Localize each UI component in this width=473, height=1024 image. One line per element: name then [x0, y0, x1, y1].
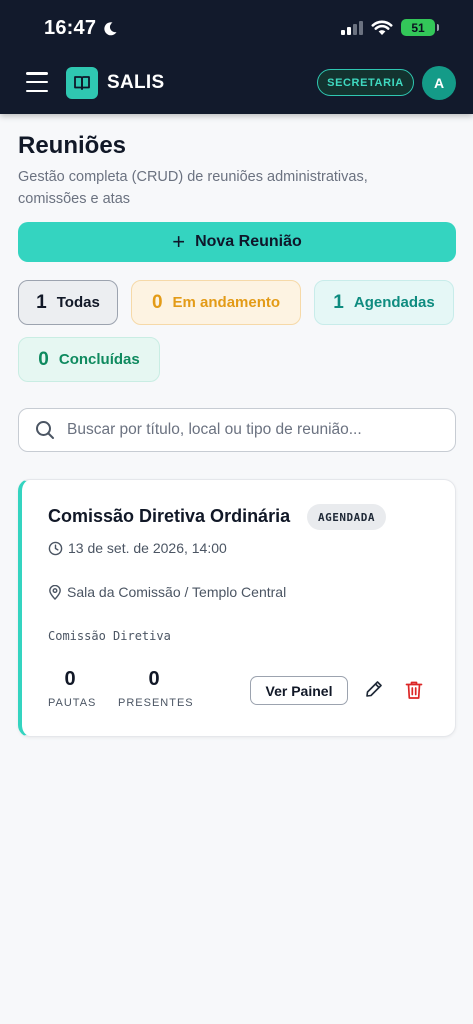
view-panel-button[interactable]: Ver Painel — [250, 676, 348, 705]
filter-count: 0 — [38, 348, 49, 370]
search-icon — [36, 421, 54, 439]
new-meeting-label: Nova Reunião — [195, 233, 302, 250]
filter-in-progress[interactable]: 0 Em andamento — [131, 280, 301, 325]
meeting-location: Sala da Comissão / Templo Central — [48, 584, 286, 600]
avatar[interactable]: A — [422, 66, 456, 100]
clock-text: 16:47 — [44, 17, 97, 39]
presentes-count: 0 — [148, 668, 160, 690]
top-bar: 16:47 51 SALIS SECRETARIA A — [0, 0, 473, 114]
pautas-stat: 0 PAUTAS — [48, 668, 97, 709]
filter-label: Todas — [56, 294, 100, 311]
pautas-label: PAUTAS — [48, 697, 97, 709]
presentes-stat: 0 PRESENTES — [118, 668, 194, 709]
filter-label: Agendadas — [353, 294, 435, 311]
filter-scheduled[interactable]: 1 Agendadas — [314, 280, 454, 325]
status-indicators: 51 — [341, 19, 439, 36]
filter-count: 0 — [151, 291, 163, 313]
location-text: Sala da Comissão / Templo Central — [67, 584, 287, 600]
page-title: Reuniões — [18, 132, 127, 159]
wifi-icon — [371, 20, 393, 35]
clock-icon — [48, 541, 63, 555]
status-time: 16:47 — [44, 17, 118, 40]
filter-count: 1 — [36, 291, 47, 313]
datetime-text: 13 de set. de 2026, 14:00 — [68, 540, 227, 556]
app-title: SALIS — [107, 72, 165, 93]
presentes-label: PRESENTES — [118, 697, 194, 709]
edit-pencil-icon[interactable] — [364, 679, 384, 699]
cellular-signal-icon — [341, 20, 363, 35]
pautas-count: 0 — [64, 668, 76, 690]
filter-count: 1 — [333, 291, 344, 313]
book-logo-icon — [66, 67, 98, 99]
status-badge: AGENDADA — [307, 504, 386, 530]
filter-all[interactable]: 1 Todas — [18, 280, 118, 325]
filter-label: Concluídas — [58, 351, 140, 368]
meeting-card[interactable]: Comissão Diretiva Ordinária AGENDADA 13 … — [18, 479, 456, 737]
search-box[interactable] — [18, 408, 456, 452]
moon-icon — [104, 21, 117, 35]
plus-icon: + — [172, 229, 186, 254]
meeting-datetime: 13 de set. de 2026, 14:00 — [48, 540, 227, 556]
trash-icon[interactable] — [405, 680, 423, 700]
filter-completed[interactable]: 0 Concluídas — [18, 337, 160, 382]
meeting-title: Comissão Diretiva Ordinária — [48, 506, 291, 526]
battery-level: 51 — [411, 20, 425, 35]
battery-icon: 51 — [401, 19, 439, 36]
committee-name: Comissão Diretiva — [48, 629, 171, 643]
menu-button[interactable] — [26, 72, 48, 92]
filter-label: Em andamento — [172, 294, 281, 311]
role-badge: SECRETARIA — [317, 69, 414, 96]
page-subtitle: Gestão completa (CRUD) de reuniões admin… — [18, 169, 368, 207]
location-pin-icon — [49, 584, 61, 600]
search-input[interactable] — [67, 421, 427, 439]
new-meeting-button[interactable]: + Nova Reunião — [18, 222, 456, 262]
